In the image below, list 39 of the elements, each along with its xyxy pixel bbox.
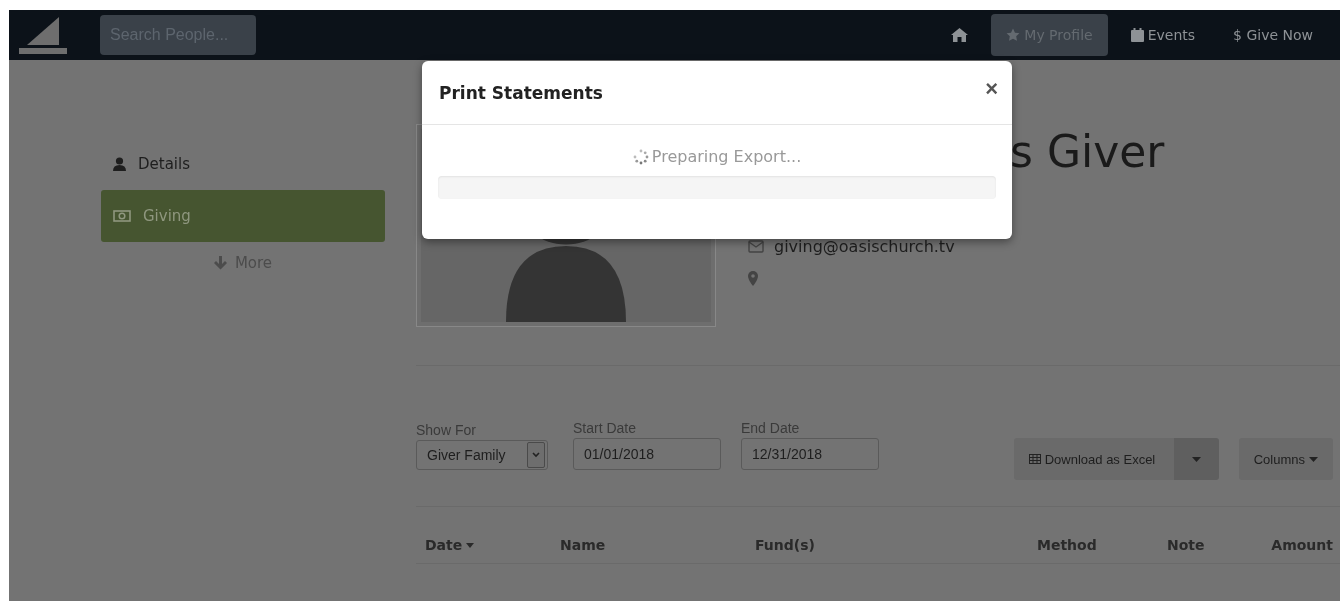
status-text: Preparing Export... xyxy=(651,147,802,166)
envelope-icon xyxy=(748,239,764,253)
caret-icon xyxy=(1309,456,1318,462)
arrow-down-icon xyxy=(213,256,227,270)
banknote-icon xyxy=(113,210,131,222)
column-header[interactable]: Method xyxy=(1037,537,1097,553)
column-header[interactable]: Date xyxy=(425,537,475,553)
chevron-down-icon xyxy=(532,452,540,458)
show-for-select[interactable]: Giver Family xyxy=(416,440,548,470)
caret-icon xyxy=(1191,456,1201,462)
user-icon xyxy=(113,157,126,171)
download-button[interactable]: Download as Excel xyxy=(1013,438,1174,480)
start-date-field[interactable]: 01/01/2018 xyxy=(573,438,721,470)
field-label: End Date xyxy=(741,420,801,436)
dropdown-toggle[interactable] xyxy=(1173,438,1219,480)
nav-link[interactable]: Events xyxy=(1115,14,1211,56)
sort-caret-icon xyxy=(466,542,475,548)
table-icon xyxy=(1028,454,1041,464)
home-icon xyxy=(951,28,969,42)
sidebar-item[interactable]: Giving xyxy=(101,190,385,242)
field-label: Start Date xyxy=(573,420,638,436)
close-button[interactable]: × xyxy=(985,77,998,100)
email-text: giving@oasischurch.tv xyxy=(774,236,955,256)
star-icon xyxy=(1006,28,1021,42)
end-date-field[interactable]: 12/31/2018 xyxy=(741,438,879,470)
column-header[interactable]: Fund(s) xyxy=(755,537,815,553)
dialog-title: Print Statements xyxy=(439,82,603,103)
field-label: Show For xyxy=(416,422,477,438)
calendar-icon xyxy=(1130,28,1144,42)
map-pin-icon xyxy=(748,270,758,286)
column-header[interactable]: Note xyxy=(1167,537,1205,553)
sidebar-item[interactable]: Details xyxy=(101,138,385,190)
spinner-icon xyxy=(632,148,649,165)
columns-button[interactable]: Columns xyxy=(1238,438,1333,480)
sailboat-logo-icon[interactable] xyxy=(19,15,67,55)
column-header[interactable]: Name xyxy=(560,537,606,553)
column-header[interactable]: Amount xyxy=(1271,537,1333,553)
person-name: s Giver xyxy=(1010,125,1165,179)
nav-link[interactable]: $ Give Now xyxy=(1218,14,1328,56)
